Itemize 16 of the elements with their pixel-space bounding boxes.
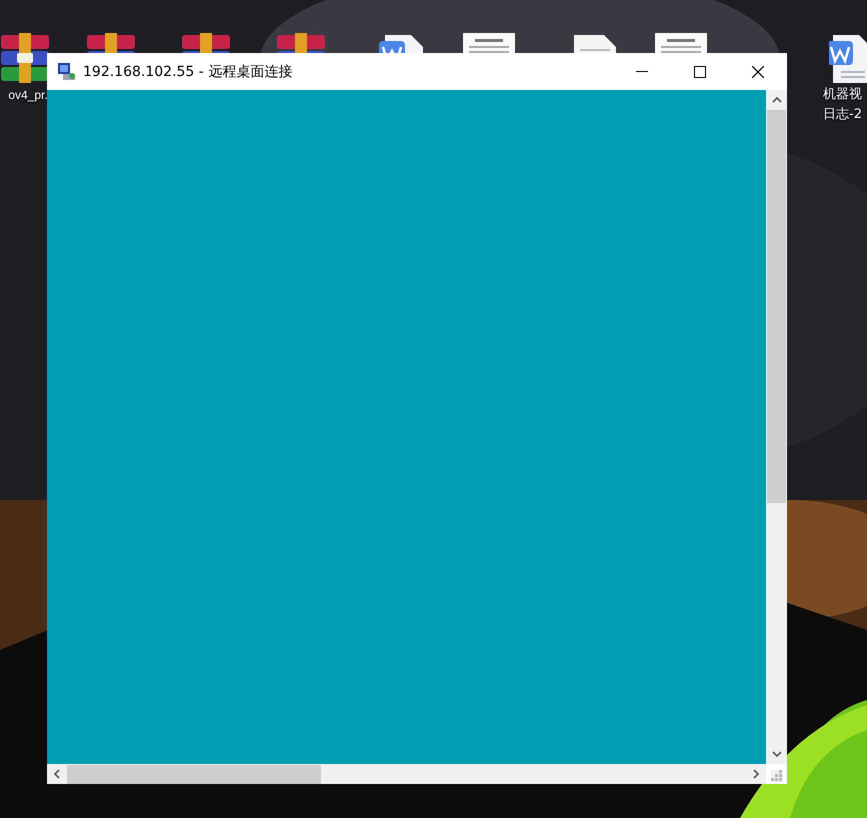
horizontal-scrollbar[interactable] [47, 764, 766, 784]
scrollbar-thumb[interactable] [67, 764, 321, 784]
maximize-icon [694, 66, 706, 78]
resize-grip-icon[interactable] [771, 770, 783, 782]
icon-label: ov4_pr. [8, 87, 48, 104]
computer-icon [57, 62, 77, 82]
close-icon [752, 66, 764, 78]
document-icon[interactable] [829, 33, 867, 85]
window-title: 192.168.102.55 - 远程桌面连接 [83, 62, 292, 80]
document-thumbnail-icon[interactable] [653, 33, 709, 53]
icon-label: 日志-2 [823, 106, 862, 124]
scrollbar-thumb[interactable] [767, 110, 786, 503]
vertical-scrollbar[interactable] [766, 90, 787, 764]
icon-label: 机器视 [823, 86, 862, 104]
document-thumbnail-icon[interactable] [461, 33, 517, 53]
minimize-icon [636, 71, 648, 72]
